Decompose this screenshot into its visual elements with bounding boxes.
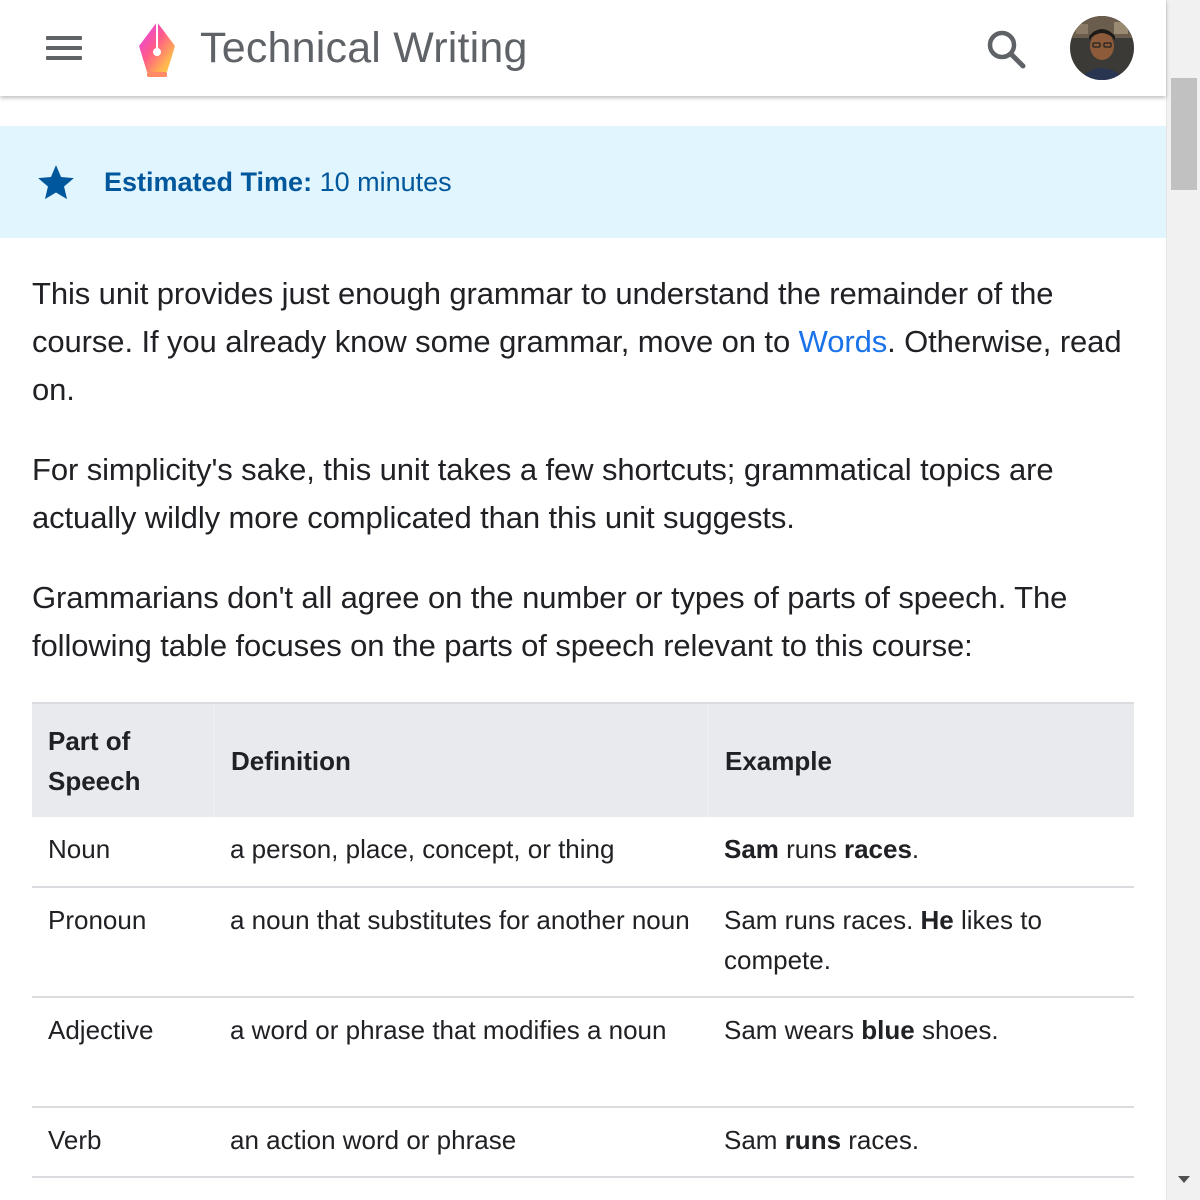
- table-row: Adjective a word or phrase that modifies…: [32, 997, 1134, 1108]
- example-text: .: [911, 834, 920, 864]
- example-cell: Sam runs races.: [708, 1107, 1134, 1178]
- definition-cell: a word or phrase that modifies a noun: [214, 997, 708, 1108]
- header-part-of-speech: Part of Speech: [32, 702, 214, 817]
- scroll-up-arrow[interactable]: [1167, 0, 1200, 20]
- example-text: Sam runs races.: [724, 905, 921, 935]
- example-cell: Sam wears blue shoes.: [708, 997, 1134, 1108]
- parts-of-speech-table: Part of Speech Definition Example Noun a…: [32, 702, 1134, 1178]
- table-row: Verb an action word or phrase Sam runs r…: [32, 1107, 1134, 1178]
- vertical-scrollbar[interactable]: [1166, 0, 1200, 1200]
- star-icon: [38, 165, 74, 200]
- part-cell: Noun: [32, 817, 214, 888]
- header-definition: Definition: [213, 702, 708, 817]
- example-highlight: races: [843, 834, 912, 864]
- words-link[interactable]: Words: [799, 324, 888, 359]
- scrollbar-thumb[interactable]: [1171, 78, 1197, 190]
- table-row: Pronoun a noun that substitutes for anot…: [32, 887, 1134, 998]
- estimated-time-text: Estimated Time: 10 minutes: [104, 162, 452, 202]
- example-text: races.: [841, 1125, 920, 1155]
- header-example: Example: [707, 702, 1134, 817]
- example-text: Sam wears: [724, 1015, 862, 1045]
- menu-bar: [46, 56, 82, 60]
- example-text: shoes.: [914, 1015, 999, 1045]
- search-icon[interactable]: [980, 24, 1032, 76]
- table-row: Noun a person, place, concept, or thing …: [32, 817, 1134, 888]
- menu-bar: [46, 36, 82, 40]
- table-header-row: Part of Speech Definition Example: [32, 702, 1134, 817]
- part-cell: Pronoun: [32, 887, 214, 998]
- definition-cell: a person, place, concept, or thing: [214, 817, 708, 888]
- example-text: runs: [778, 834, 844, 864]
- site-title[interactable]: Technical Writing: [200, 20, 528, 76]
- example-highlight: He: [920, 905, 954, 935]
- menu-bar: [46, 46, 82, 50]
- estimated-time-value: 10 minutes: [312, 167, 452, 197]
- hamburger-menu-icon[interactable]: [40, 28, 88, 68]
- scroll-down-arrow[interactable]: [1167, 1168, 1200, 1192]
- example-highlight: Sam: [724, 834, 779, 864]
- simplicity-paragraph: For simplicity's sake, this unit takes a…: [32, 452, 1054, 535]
- example-cell: Sam runs races.: [708, 817, 1134, 888]
- definition-cell: a noun that substitutes for another noun: [214, 887, 708, 998]
- example-cell: Sam runs races. He likes to compete.: [708, 887, 1134, 998]
- part-cell: Verb: [32, 1107, 214, 1178]
- estimated-time-callout: Estimated Time: 10 minutes: [0, 126, 1166, 238]
- estimated-time-label: Estimated Time:: [104, 167, 313, 197]
- user-avatar[interactable]: [1070, 16, 1134, 80]
- example-highlight: runs: [784, 1125, 842, 1155]
- article-body: This unit provides just enough grammar t…: [32, 270, 1134, 702]
- example-text: Sam: [724, 1125, 785, 1155]
- grammarians-paragraph: Grammarians don't all agree on the numbe…: [32, 580, 1068, 663]
- example-highlight: blue: [861, 1015, 915, 1045]
- part-cell: Adjective: [32, 997, 214, 1108]
- pen-nib-logo-icon[interactable]: [136, 20, 178, 78]
- definition-cell: an action word or phrase: [214, 1107, 708, 1178]
- top-app-bar: Technical Writing: [0, 0, 1166, 96]
- intro-paragraph: This unit provides just enough grammar t…: [32, 270, 1134, 414]
